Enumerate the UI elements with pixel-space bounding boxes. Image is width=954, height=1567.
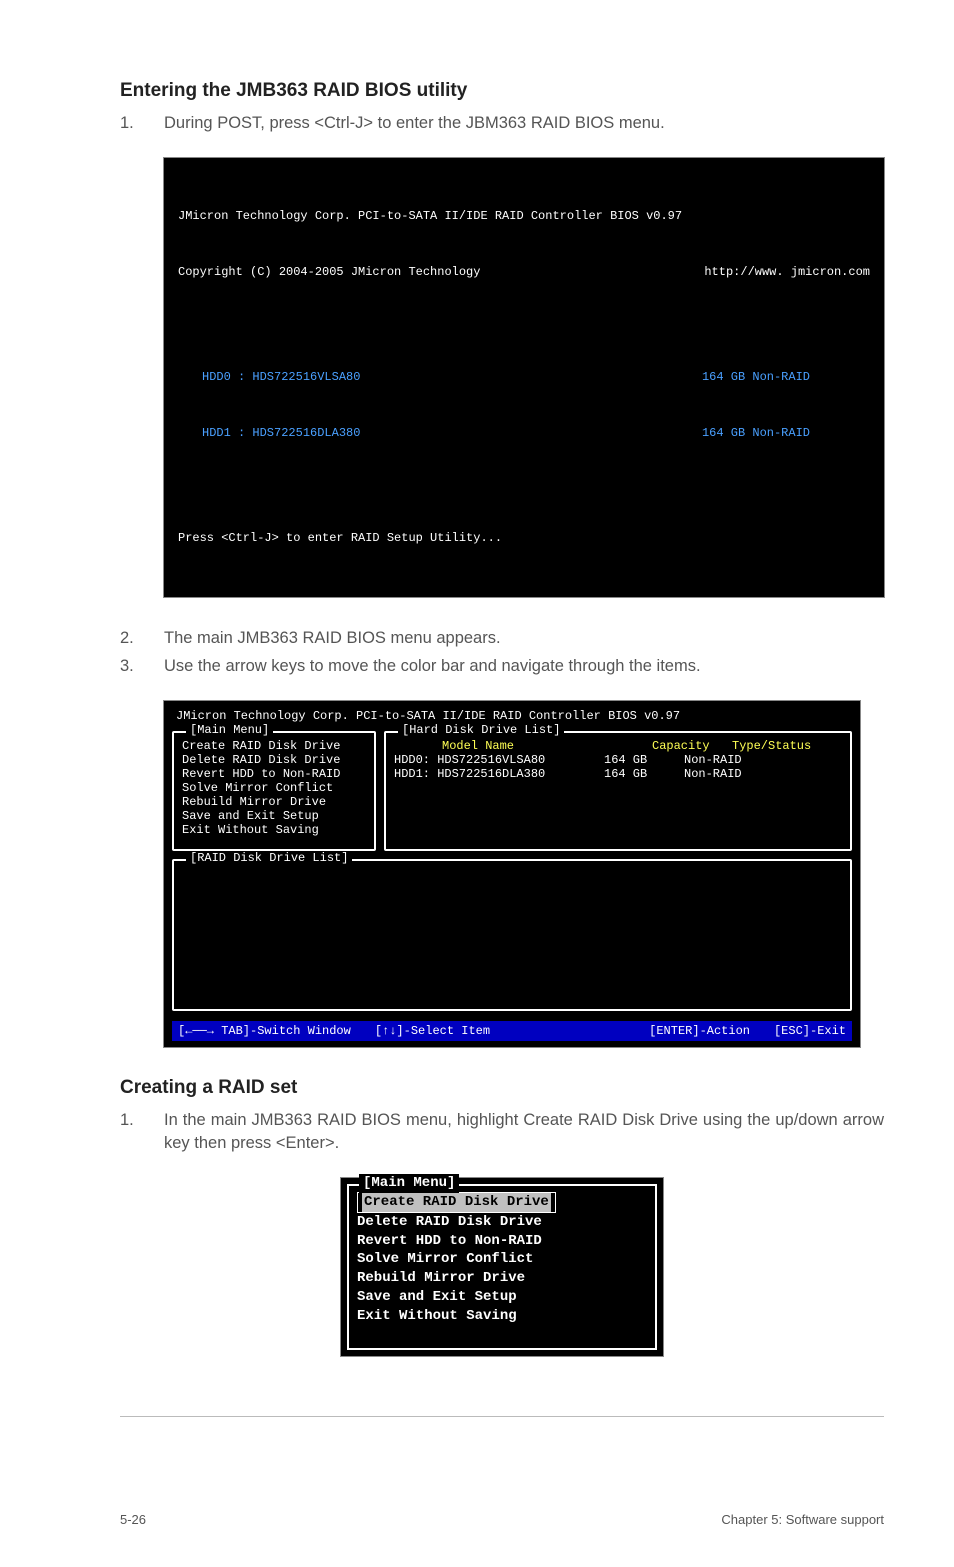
url-text: http://www. jmicron.com — [704, 263, 870, 282]
chapter-label: Chapter 5: Software support — [721, 1512, 884, 1527]
menu-item[interactable]: Solve Mirror Conflict — [357, 1250, 647, 1269]
menu-item[interactable]: Rebuild Mirror Drive — [182, 795, 366, 809]
col-header-type: Type/Status — [732, 739, 842, 753]
step-1-1: 1. During POST, press <Ctrl-J> to enter … — [120, 112, 884, 134]
hdd1-status: 164 GB Non-RAID — [702, 424, 870, 443]
main-menu-legend: [Main Menu] — [359, 1174, 459, 1193]
hint-enter: [ENTER]-Action — [649, 1024, 750, 1038]
menu-item[interactable]: Create RAID Disk Drive — [182, 739, 366, 753]
col-header-model: Model Name — [394, 739, 652, 753]
step-1-3: 3. Use the arrow keys to move the color … — [120, 655, 884, 677]
menu-item[interactable]: Exit Without Saving — [357, 1307, 647, 1326]
menu-item-highlighted[interactable]: Create RAID Disk Drive — [362, 1193, 551, 1212]
step-text: In the main JMB363 RAID BIOS menu, highl… — [164, 1109, 884, 1154]
hint-tab: [←──→ TAB]-Switch Window — [178, 1024, 351, 1038]
step-number: 1. — [120, 112, 138, 134]
bios-post-screen: JMicron Technology Corp. PCI-to-SATA II/… — [164, 158, 884, 596]
menu-item[interactable]: Revert HDD to Non-RAID — [182, 767, 366, 781]
cell-model: HDD1: HDS722516DLA380 — [394, 767, 604, 781]
page-footer: 5-26 Chapter 5: Software support — [120, 1497, 884, 1527]
raid-list-legend: [RAID Disk Drive List] — [186, 851, 352, 865]
main-menu-box: [Main Menu] Create RAID Disk Drive Delet… — [172, 731, 376, 851]
main-menu-zoom: [Main Menu] Create RAID Disk Drive Delet… — [341, 1178, 663, 1356]
step-text: Use the arrow keys to move the color bar… — [164, 655, 701, 677]
main-menu-legend: [Main Menu] — [186, 723, 273, 737]
menu-item[interactable]: Solve Mirror Conflict — [182, 781, 366, 795]
cell-capacity: 164 GB — [604, 767, 684, 781]
menu-item[interactable]: Delete RAID Disk Drive — [182, 753, 366, 767]
step-2-1: 1. In the main JMB363 RAID BIOS menu, hi… — [120, 1109, 884, 1154]
hdd1-label: HDD1 : HDS722516DLA380 — [178, 424, 702, 443]
hdd-list-legend: [Hard Disk Drive List] — [398, 723, 564, 737]
col-header-capacity: Capacity — [652, 739, 732, 753]
hdd0-label: HDD0 : HDS722516VLSA80 — [178, 368, 702, 387]
hdd0-status: 164 GB Non-RAID — [702, 368, 870, 387]
menu-item[interactable]: Revert HDD to Non-RAID — [357, 1232, 647, 1251]
page-number: 5-26 — [120, 1512, 146, 1527]
table-row: HDD1: HDS722516DLA380 164 GB Non-RAID — [394, 767, 842, 781]
press-ctrl-j: Press <Ctrl-J> to enter RAID Setup Utili… — [178, 529, 870, 548]
step-number: 2. — [120, 627, 138, 649]
step-text: The main JMB363 RAID BIOS menu appears. — [164, 627, 501, 649]
hint-select: [↑↓]-Select Item — [375, 1024, 490, 1038]
menu-item[interactable]: Exit Without Saving — [182, 823, 366, 837]
table-row: HDD0: HDS722516VLSA80 164 GB Non-RAID — [394, 753, 842, 767]
step-text: During POST, press <Ctrl-J> to enter the… — [164, 112, 665, 134]
cell-capacity: 164 GB — [604, 753, 684, 767]
menu-item[interactable]: Delete RAID Disk Drive — [357, 1213, 647, 1232]
hdd-list-box: [Hard Disk Drive List] Model Name Capaci… — [384, 731, 852, 851]
highlighted-row-frame: Create RAID Disk Drive — [357, 1192, 556, 1213]
hdd-table-header: Model Name Capacity Type/Status — [394, 739, 842, 753]
step-1-2: 2. The main JMB363 RAID BIOS menu appear… — [120, 627, 884, 649]
menu-item[interactable]: Save and Exit Setup — [182, 809, 366, 823]
heading-creating-raid: Creating a RAID set — [120, 1077, 884, 1099]
cell-model: HDD0: HDS722516VLSA80 — [394, 753, 604, 767]
bios-main-menu-screen: JMicron Technology Corp. PCI-to-SATA II/… — [164, 701, 860, 1047]
menu-item[interactable]: Save and Exit Setup — [357, 1288, 647, 1307]
bios-title-line: JMicron Technology Corp. PCI-to-SATA II/… — [178, 207, 870, 226]
raid-drive-list-box: [RAID Disk Drive List] — [172, 859, 852, 1011]
menu-item[interactable]: Rebuild Mirror Drive — [357, 1269, 647, 1288]
bios-footer-hints: [←──→ TAB]-Switch Window [↑↓]-Select Ite… — [172, 1021, 852, 1041]
cell-type: Non-RAID — [684, 767, 794, 781]
hint-esc: [ESC]-Exit — [774, 1024, 846, 1038]
step-number: 1. — [120, 1109, 138, 1154]
step-number: 3. — [120, 655, 138, 677]
heading-entering-bios: Entering the JMB363 RAID BIOS utility — [120, 80, 884, 102]
copyright-text: Copyright (C) 2004-2005 JMicron Technolo… — [178, 263, 704, 282]
cell-type: Non-RAID — [684, 753, 794, 767]
page: Entering the JMB363 RAID BIOS utility 1.… — [0, 0, 954, 1567]
footer-divider — [120, 1416, 884, 1417]
